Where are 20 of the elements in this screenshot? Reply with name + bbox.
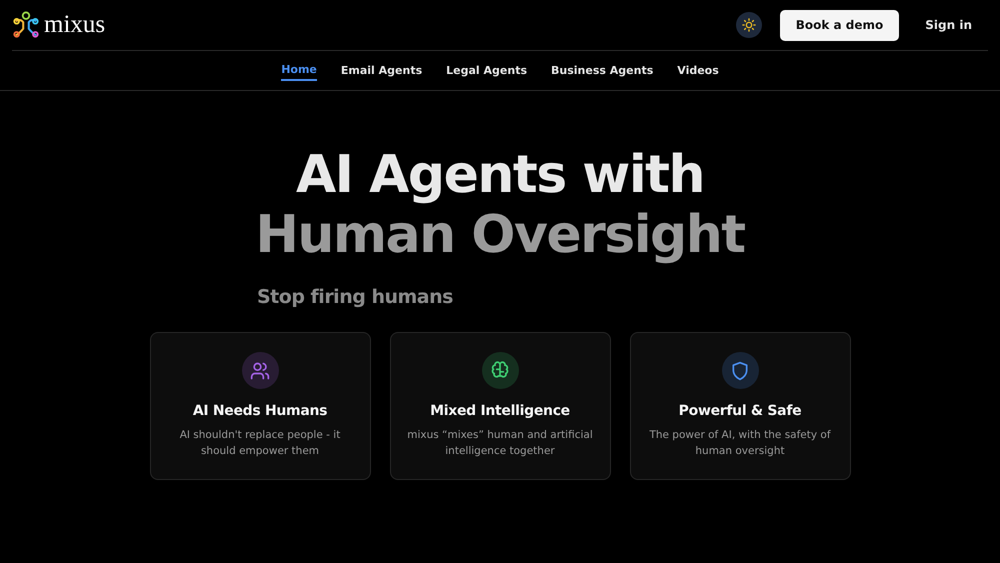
nav-tab[interactable]: Email Agents <box>340 61 422 80</box>
book-demo-button[interactable]: Book a demo <box>780 10 900 40</box>
card-title: Mixed Intelligence <box>430 403 570 419</box>
logo-icon <box>12 11 40 39</box>
card-text: mixus “mixes” human and artificial intelligence together <box>406 428 594 459</box>
nav-tab[interactable]: Legal Agents <box>446 61 528 80</box>
sign-in-button[interactable]: Sign in <box>909 12 988 38</box>
card-text: The power of AI, with the safety of human oversight <box>648 428 832 459</box>
card-text: AI shouldn't replace people - it should empower them <box>178 428 342 459</box>
theme-toggle-button[interactable] <box>736 12 762 38</box>
logo-text: mixus <box>44 11 106 39</box>
hero-subtitle: Stop firing humans <box>257 286 453 308</box>
hero-title: AI Agents with <box>296 145 704 205</box>
sun-icon <box>742 18 756 32</box>
card-title: Powerful & Safe <box>678 403 802 419</box>
hero-title: Human Oversight <box>255 205 745 265</box>
nav-tab[interactable]: Videos <box>677 61 719 80</box>
card-title: AI Needs Humans <box>192 403 328 419</box>
nav-tab[interactable]: Home <box>281 60 317 81</box>
nav-tab[interactable]: Business Agents <box>551 61 654 80</box>
